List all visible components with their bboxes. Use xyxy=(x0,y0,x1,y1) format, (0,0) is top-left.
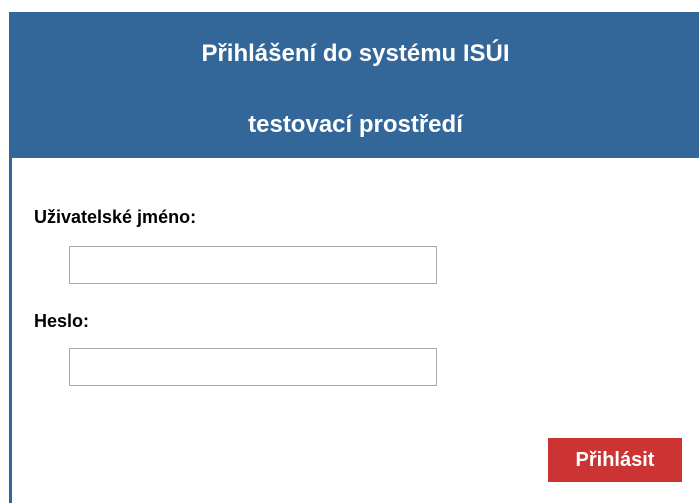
password-label: Heslo: xyxy=(34,311,90,331)
login-button[interactable]: Přihlásit xyxy=(548,438,682,482)
environment-subtitle: testovací prostředí xyxy=(248,111,463,138)
password-input[interactable] xyxy=(69,348,437,386)
login-panel: Přihlášení do systému ISÚI testovací pro… xyxy=(9,12,699,503)
login-page: Přihlášení do systému ISÚI testovací pro… xyxy=(0,0,699,503)
login-header: Přihlášení do systému ISÚI testovací pro… xyxy=(12,12,699,158)
username-input[interactable] xyxy=(69,246,437,284)
username-label: Uživatelské jméno: xyxy=(34,207,197,227)
page-title: Přihlášení do systému ISÚI xyxy=(201,40,510,67)
